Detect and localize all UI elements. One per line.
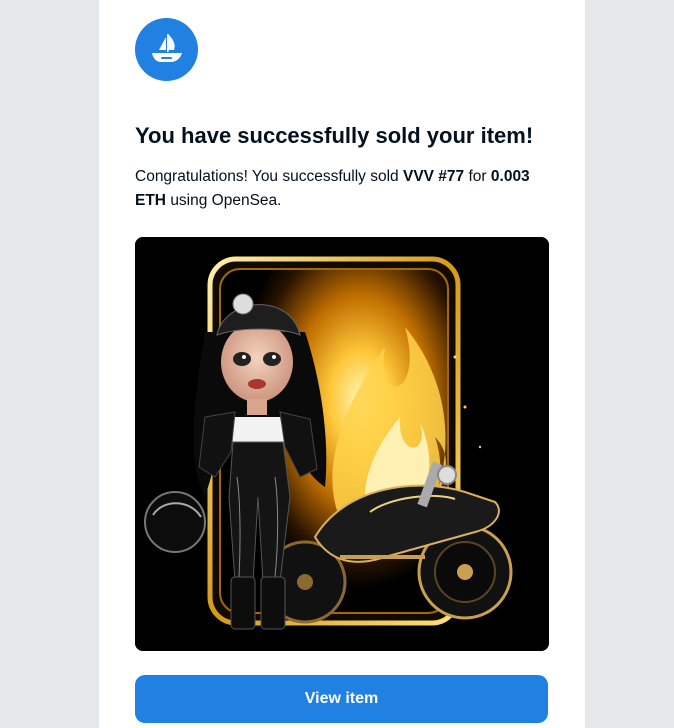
view-item-button[interactable]: View item	[135, 675, 548, 723]
message-for: for	[468, 168, 487, 185]
opensea-logo	[135, 18, 198, 81]
nft-artwork-image[interactable]	[135, 237, 549, 651]
message-intro: Congratulations! You successfully sold	[135, 168, 399, 185]
page-title: You have successfully sold your item!	[135, 123, 534, 148]
sale-message: Congratulations! You successfully sold V…	[135, 165, 555, 213]
item-name: VVV #77	[402, 168, 465, 185]
message-suffix: using OpenSea.	[170, 192, 282, 209]
email-card: You have successfully sold your item! Co…	[99, 0, 585, 728]
opensea-ship-icon	[151, 33, 182, 62]
